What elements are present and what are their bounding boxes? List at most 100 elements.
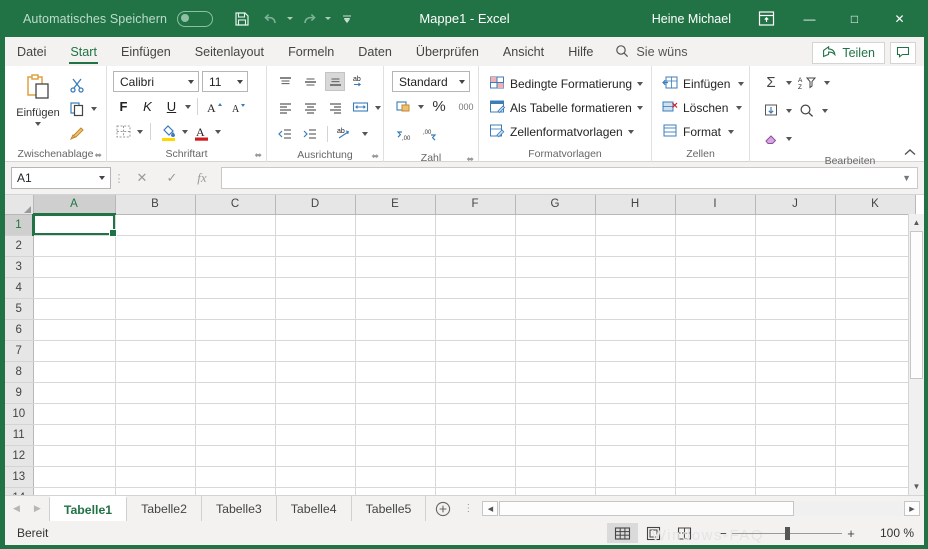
vertical-scroll-thumb[interactable] (910, 231, 923, 380)
text-orientation-icon[interactable]: ab (350, 72, 370, 91)
cell-f2[interactable] (435, 235, 516, 257)
cell-c12[interactable] (195, 445, 276, 467)
zoom-level-value[interactable]: 100 % (872, 526, 918, 540)
cell-styles-button[interactable]: Zellenformatvorlagen (487, 120, 636, 143)
cell-h7[interactable] (595, 340, 676, 362)
row-header-5[interactable]: 5 (5, 298, 34, 320)
cell-k14[interactable] (835, 487, 916, 495)
cell-a13[interactable] (33, 466, 116, 488)
cell-f14[interactable] (435, 487, 516, 495)
ribbon-display-options-icon[interactable] (745, 0, 787, 37)
cell-i6[interactable] (675, 319, 756, 341)
maximize-button[interactable]: □ (832, 0, 877, 37)
cell-e12[interactable] (355, 445, 436, 467)
cell-i12[interactable] (675, 445, 756, 467)
cell-h2[interactable] (595, 235, 676, 257)
column-header-i[interactable]: I (675, 195, 756, 215)
column-header-h[interactable]: H (595, 195, 676, 215)
cell-d12[interactable] (275, 445, 356, 467)
currency-dropdown-caret-icon[interactable] (418, 104, 424, 109)
cell-j6[interactable] (755, 319, 836, 341)
paste-button[interactable]: Einfügen (10, 70, 66, 126)
cell-h14[interactable] (595, 487, 676, 495)
insert-cells-button[interactable]: Einfügen (660, 72, 746, 95)
thousands-separator-button[interactable]: 000 (454, 96, 478, 117)
cell-j9[interactable] (755, 382, 836, 404)
paste-dropdown-caret-icon[interactable] (35, 122, 41, 126)
cell-e1[interactable] (355, 214, 436, 236)
column-header-g[interactable]: G (515, 195, 596, 215)
cell-g10[interactable] (515, 403, 596, 425)
merge-dropdown-caret-icon[interactable] (375, 105, 381, 110)
cell-j14[interactable] (755, 487, 836, 495)
tab-seitenlayout[interactable]: Seitenlayout (183, 38, 276, 66)
cell-d10[interactable] (275, 403, 356, 425)
tab-einfuegen[interactable]: Einfügen (109, 38, 183, 66)
cell-b14[interactable] (115, 487, 196, 495)
delete-cells-caret-icon[interactable] (736, 105, 743, 110)
cell-i4[interactable] (675, 277, 756, 299)
tab-hilfe[interactable]: Hilfe (556, 38, 605, 66)
copy-dropdown-caret-icon[interactable] (91, 106, 97, 111)
cell-b3[interactable] (115, 256, 196, 278)
cell-k12[interactable] (835, 445, 916, 467)
underline-button[interactable]: U (161, 96, 182, 117)
normal-view-icon[interactable] (607, 523, 638, 543)
undo-icon[interactable] (258, 7, 284, 31)
cell-a14[interactable] (33, 487, 116, 495)
cell-c10[interactable] (195, 403, 276, 425)
search-input[interactable]: Sie wüns (636, 45, 687, 59)
cell-j2[interactable] (755, 235, 836, 257)
align-top-icon[interactable] (275, 72, 295, 91)
cell-g6[interactable] (515, 319, 596, 341)
cell-c9[interactable] (195, 382, 276, 404)
cell-i11[interactable] (675, 424, 756, 446)
cell-e9[interactable] (355, 382, 436, 404)
cell-c13[interactable] (195, 466, 276, 488)
column-header-k[interactable]: K (835, 195, 916, 215)
cell-c14[interactable] (195, 487, 276, 495)
cell-h11[interactable] (595, 424, 676, 446)
zoom-slider-thumb[interactable] (784, 526, 790, 540)
cell-f8[interactable] (435, 361, 516, 383)
increase-indent-icon[interactable] (300, 124, 320, 143)
column-header-e[interactable]: E (355, 195, 436, 215)
cell-k3[interactable] (835, 256, 916, 278)
cell-i9[interactable] (675, 382, 756, 404)
cell-h5[interactable] (595, 298, 676, 320)
autosum-caret-icon[interactable] (786, 80, 792, 85)
format-as-table-caret-icon[interactable] (636, 105, 643, 110)
conditional-formatting-caret-icon[interactable] (637, 81, 644, 86)
cell-c5[interactable] (195, 298, 276, 320)
fill-color-icon[interactable] (158, 121, 179, 142)
sheet-tab-tabelle4[interactable]: Tabelle4 (277, 496, 352, 521)
enter-check-icon[interactable]: ✓ (157, 167, 187, 189)
sheet-tab-tabelle1[interactable]: Tabelle1 (48, 496, 128, 521)
column-header-d[interactable]: D (275, 195, 356, 215)
tab-ueberpruefen[interactable]: Überprüfen (404, 38, 491, 66)
formula-input[interactable]: ▼ (221, 167, 918, 189)
cell-k1[interactable] (835, 214, 916, 236)
expand-formula-bar-chevron-icon[interactable]: ▼ (902, 173, 911, 183)
cell-k11[interactable] (835, 424, 916, 446)
cell-e6[interactable] (355, 319, 436, 341)
row-header-10[interactable]: 10 (5, 403, 34, 425)
format-as-table-button[interactable]: Als Tabelle formatieren (487, 96, 645, 119)
cell-b13[interactable] (115, 466, 196, 488)
cell-a1[interactable] (33, 214, 116, 236)
cell-k8[interactable] (835, 361, 916, 383)
tab-start[interactable]: Start (58, 38, 109, 66)
scroll-down-icon[interactable]: ▼ (909, 478, 924, 495)
font-size-select[interactable]: 11 (202, 71, 248, 92)
column-header-b[interactable]: B (115, 195, 196, 215)
cell-g14[interactable] (515, 487, 596, 495)
row-header-9[interactable]: 9 (5, 382, 34, 404)
cell-d1[interactable] (275, 214, 356, 236)
increase-font-size-button[interactable]: A (204, 96, 225, 117)
tab-datei[interactable]: Datei (5, 38, 58, 66)
cell-i3[interactable] (675, 256, 756, 278)
cell-c1[interactable] (195, 214, 276, 236)
redo-icon[interactable] (296, 7, 322, 31)
number-format-select[interactable]: Standard (392, 71, 470, 92)
share-button[interactable]: Teilen (812, 42, 885, 64)
